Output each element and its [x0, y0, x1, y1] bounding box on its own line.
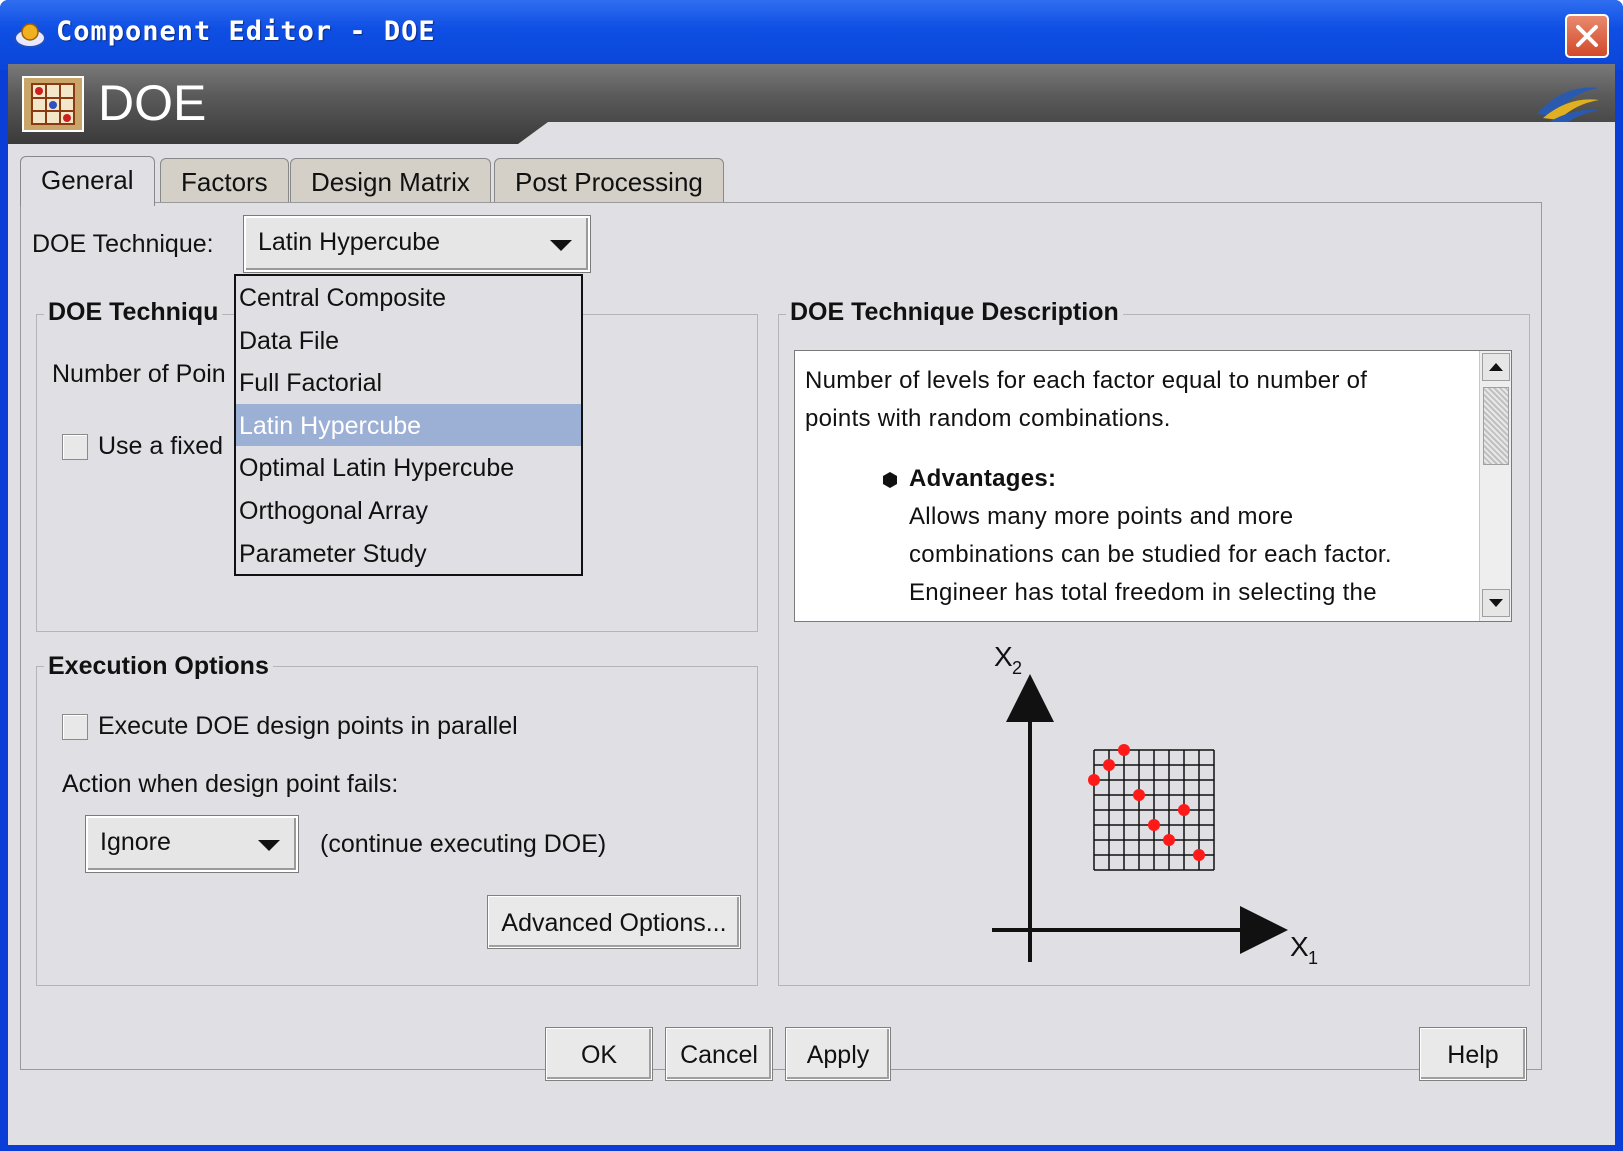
- title-bar[interactable]: Component Editor - DOE: [0, 0, 1623, 70]
- parallel-checkbox[interactable]: [62, 714, 88, 740]
- latin-hypercube-diagram: X 2 X 1: [992, 641, 1318, 968]
- chevron-down-icon: [258, 840, 280, 851]
- scroll-down-button[interactable]: [1482, 589, 1510, 617]
- option-central-composite[interactable]: Central Composite: [236, 276, 581, 319]
- option-orthogonal-array[interactable]: Orthogonal Array: [236, 489, 581, 532]
- advanced-options-button[interactable]: Advanced Options...: [487, 895, 741, 949]
- apply-button[interactable]: Apply: [785, 1027, 891, 1081]
- option-parameter-study[interactable]: Parameter Study: [236, 532, 581, 575]
- arrow-down-icon: [1489, 599, 1503, 607]
- sample-point: [1148, 819, 1160, 831]
- advantages-heading: Advantages:: [909, 465, 1057, 492]
- parallel-label: Execute DOE design points in parallel: [98, 712, 518, 740]
- tab-post-processing[interactable]: Post Processing: [494, 158, 724, 204]
- cancel-button[interactable]: Cancel: [665, 1027, 773, 1081]
- bullet-icon: [883, 472, 897, 488]
- help-button[interactable]: Help: [1419, 1027, 1527, 1081]
- doe-technique-dropdown-list[interactable]: Central Composite Data File Full Factori…: [234, 274, 583, 576]
- sample-point: [1178, 804, 1190, 816]
- technique-options-title: DOE Techniqu: [44, 298, 223, 327]
- advantages-line-1: Allows many more points and more: [909, 503, 1294, 530]
- y-axis-label: X: [994, 641, 1013, 672]
- y-axis-subscript: 2: [1012, 658, 1022, 678]
- arrow-up-icon: [1489, 363, 1503, 371]
- fail-action-select[interactable]: Ignore: [85, 815, 299, 873]
- option-latin-hypercube[interactable]: Latin Hypercube: [236, 403, 581, 447]
- x-axis-label: X: [1290, 931, 1309, 962]
- tab-factors[interactable]: Factors: [160, 158, 289, 204]
- doe-technique-select[interactable]: Latin Hypercube: [243, 215, 591, 273]
- scroll-thumb[interactable]: [1483, 387, 1509, 465]
- sample-point: [1118, 744, 1130, 756]
- description-line-2: points with random combinations.: [805, 405, 1171, 432]
- x-axis-subscript: 1: [1308, 948, 1318, 968]
- component-editor-window: Component Editor - DOE DOE General Facto…: [0, 0, 1623, 1151]
- description-line-1: Number of levels for each factor equal t…: [805, 367, 1368, 394]
- fail-action-label: Action when design point fails:: [62, 770, 399, 798]
- fail-action-note: (continue executing DOE): [320, 830, 607, 858]
- sample-point: [1163, 834, 1175, 846]
- doe-technique-value: Latin Hypercube: [258, 228, 441, 256]
- option-data-file[interactable]: Data File: [236, 319, 581, 362]
- sample-point: [1088, 774, 1100, 786]
- technique-description-text[interactable]: Number of levels for each factor equal t…: [794, 350, 1512, 622]
- chevron-down-icon: [550, 240, 572, 251]
- advantages-line-2: combinations can be studied for each fac…: [909, 541, 1392, 568]
- close-button[interactable]: [1565, 14, 1609, 58]
- execution-options-title: Execution Options: [44, 652, 273, 681]
- fixed-seed-label: Use a fixed: [98, 432, 224, 460]
- tab-general[interactable]: General: [20, 156, 155, 206]
- number-of-points-label: Number of Poin: [52, 360, 226, 388]
- scroll-up-button[interactable]: [1482, 353, 1510, 381]
- doe-technique-label: DOE Technique:: [32, 230, 214, 258]
- ok-button[interactable]: OK: [545, 1027, 653, 1081]
- description-scrollbar[interactable]: [1479, 351, 1511, 621]
- doe-grid-icon: [22, 76, 84, 132]
- fail-action-value: Ignore: [100, 828, 171, 856]
- option-full-factorial[interactable]: Full Factorial: [236, 361, 581, 404]
- sample-point: [1103, 759, 1115, 771]
- technique-description-title: DOE Technique Description: [786, 298, 1123, 327]
- sample-point: [1133, 789, 1145, 801]
- brand-logo-icon: [1537, 87, 1599, 124]
- diagram-points: [1088, 744, 1205, 861]
- option-optimal-latin-hypercube[interactable]: Optimal Latin Hypercube: [236, 446, 581, 489]
- component-title: DOE: [98, 75, 207, 131]
- sample-point: [1193, 849, 1205, 861]
- fixed-seed-checkbox[interactable]: [62, 434, 88, 460]
- app-icon: [14, 23, 46, 48]
- advantages-line-3: Engineer has total freedom in selecting …: [909, 579, 1377, 606]
- window-title: Component Editor - DOE: [56, 16, 436, 47]
- tab-design-matrix[interactable]: Design Matrix: [290, 158, 491, 204]
- close-icon: [1576, 25, 1598, 47]
